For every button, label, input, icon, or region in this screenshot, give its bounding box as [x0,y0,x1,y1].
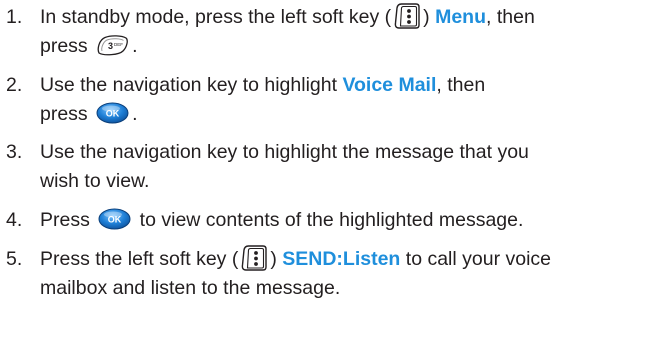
step-body: Use the navigation key to highlight the … [40,138,640,196]
key-3-glyph: 3 [108,41,113,51]
step-number: 1. [6,6,23,28]
step-text: ) [423,6,436,28]
step-text: In standby mode, press the left soft key… [40,6,392,28]
step-number: 3. [6,141,23,163]
left-soft-key-icon [242,245,268,271]
step-line: press 3 DEF . [40,32,640,61]
key-3-icon: 3 DEF [97,35,128,56]
voice-mail-label: Voice Mail [342,74,437,96]
ok-key-icon: OK [98,208,131,230]
ok-key-glyph: OK [106,108,120,118]
step-number: 2. [6,74,23,96]
left-soft-key-icon [394,3,420,29]
ok-key-icon: OK [96,102,129,124]
step-number: 4. [6,209,23,231]
manual-page: { "steps": [ { "number": "1.", "text_a":… [0,0,649,337]
step-text: . [132,103,138,125]
step-line: wish to view. [40,170,150,192]
step-text: , then [436,74,486,96]
key-3-letters: DEF [114,42,123,47]
step-text: Press [40,209,96,231]
step-body: Press the left soft key ( ) SEND:Listen … [40,245,640,303]
menu-label: Menu [435,6,487,28]
step-body: Use the navigation key to highlight Voic… [40,71,640,129]
step-line: In standby mode, press the left soft key… [40,3,640,32]
step-text: Press the left soft key ( [40,248,239,270]
step-body: In standby mode, press the left soft key… [40,3,640,61]
ok-key-glyph: OK [108,214,122,224]
step-number: 5. [6,248,23,270]
step-text: ) [270,248,283,270]
send-listen-label: SEND:Listen [282,248,401,270]
step-line: press OK . [40,100,640,129]
step-body: Press OK to view contents of the highlig… [40,206,640,235]
step-text: press [40,35,94,57]
step-text: press [40,103,94,125]
step-text: Use the navigation key to highlight [40,74,343,96]
step-line: Use the navigation key to highlight Voic… [40,71,640,100]
step-text: , then [486,6,535,28]
step-line: Press OK to view contents of the highlig… [40,206,640,235]
step-text: to view contents of the highlighted mess… [134,209,524,231]
step-text: . [132,35,138,57]
step-text: to call your voice [400,248,552,270]
step-line: Press the left soft key ( ) SEND:Listen … [40,245,640,274]
step-line: Use the navigation key to highlight the … [40,141,529,163]
step-line: mailbox and listen to the message. [40,277,341,299]
